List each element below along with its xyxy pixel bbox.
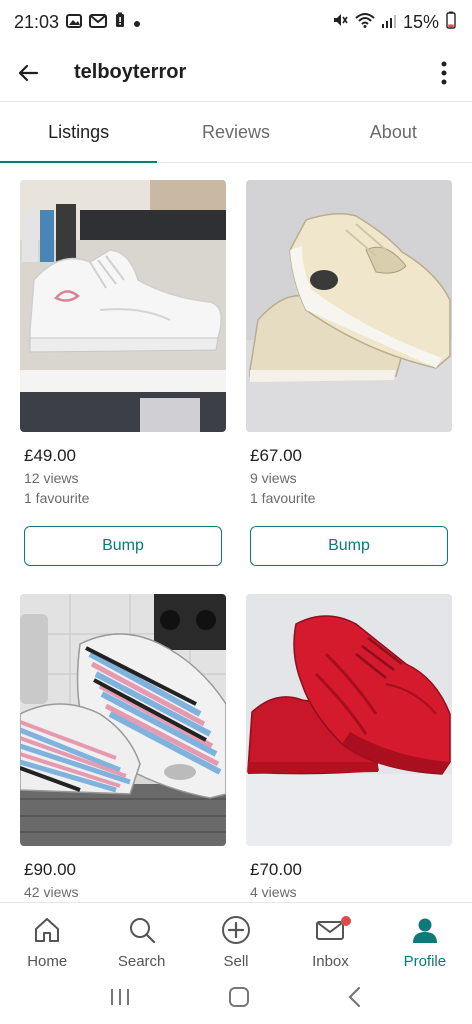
status-right: 15%: [332, 11, 456, 34]
app-header: telboyterror: [0, 44, 472, 102]
listing-price: £67.00: [250, 446, 302, 465]
recent-apps-icon: [110, 988, 129, 1005]
listing-views: 4 views: [250, 884, 297, 900]
profile-tabs: Listings Reviews About: [0, 103, 472, 163]
nav-home[interactable]: Home: [0, 903, 94, 974]
nav-inbox-label: Inbox: [312, 953, 349, 970]
signal-icon: [381, 12, 396, 33]
system-nav-bar: [0, 974, 472, 1024]
nav-search-label: Search: [117, 953, 166, 970]
nav-search[interactable]: Search: [94, 903, 188, 974]
listing-favourites: 1 favourite: [250, 490, 316, 506]
mute-icon: [332, 12, 348, 33]
listing-card[interactable]: £49.00 12 views 1 favourite Bump: [20, 180, 226, 566]
listing-photo-beige-air-max-sneaker[interactable]: [246, 180, 452, 432]
nav-sell[interactable]: Sell: [189, 903, 283, 974]
notification-dot: [341, 916, 352, 926]
status-time: 21:03: [14, 11, 60, 32]
battery-icon: [446, 11, 456, 34]
home-icon: [33, 915, 61, 945]
more-options-button[interactable]: [416, 44, 472, 102]
gmail-icon: [89, 12, 108, 33]
page-title: telboyterror: [74, 61, 187, 83]
person-icon: [411, 915, 439, 945]
listing-card[interactable]: £67.00 9 views 1 favourite Bump: [246, 180, 452, 566]
back-button[interactable]: [0, 44, 56, 102]
recent-apps-button[interactable]: [109, 987, 131, 1012]
nav-inbox[interactable]: Inbox: [283, 903, 377, 974]
home-square-icon: [228, 986, 249, 1007]
listing-price: £70.00: [250, 860, 302, 879]
system-back-button[interactable]: [347, 986, 363, 1013]
status-bar: 21:03 15%: [0, 0, 472, 44]
wifi-icon: [355, 12, 375, 33]
plus-circle-icon: [221, 915, 251, 945]
mail-icon: [315, 915, 352, 945]
tab-reviews[interactable]: Reviews: [157, 103, 314, 162]
gallery-icon: [66, 12, 83, 33]
nav-profile[interactable]: Profile: [378, 903, 472, 974]
search-icon: [128, 915, 156, 945]
nav-profile-label: Profile: [403, 953, 447, 970]
listing-price: £90.00: [24, 860, 76, 879]
listing-views: 42 views: [24, 884, 79, 900]
battery-percent: 15%: [402, 11, 439, 32]
nav-home-label: Home: [27, 953, 68, 970]
listings-grid: £49.00 12 views 1 favourite Bump £67.00 …: [20, 180, 452, 900]
listing-favourites: 1 favourite: [24, 490, 90, 506]
listing-views: 12 views: [24, 470, 79, 486]
bottom-nav: Home Search Sell Inbox Profile: [0, 902, 472, 974]
listing-photo-multicolor-air-max-95-sneakers[interactable]: [20, 594, 226, 846]
dot-icon: [133, 12, 141, 33]
listing-views: 9 views: [250, 470, 297, 486]
nav-sell-label: Sell: [223, 953, 249, 970]
battery-alert-icon: [114, 12, 126, 33]
arrow-left-icon: [18, 64, 39, 81]
bump-button[interactable]: Bump: [24, 526, 222, 566]
listing-price: £49.00: [24, 446, 76, 465]
listing-photo-red-gel-lyte-sneakers[interactable]: [246, 594, 452, 846]
status-left: 21:03: [14, 12, 141, 33]
listing-card[interactable]: £90.00 42 views: [20, 594, 226, 900]
more-vertical-icon: [441, 61, 447, 84]
tab-about[interactable]: About: [315, 103, 472, 162]
listing-card[interactable]: £70.00 4 views: [246, 594, 452, 900]
home-system-button[interactable]: [228, 986, 250, 1013]
bump-button[interactable]: Bump: [250, 526, 448, 566]
listing-photo-white-high-top-sneaker[interactable]: [20, 180, 226, 432]
chevron-left-icon: [348, 986, 361, 1007]
tab-listings[interactable]: Listings: [0, 103, 158, 163]
